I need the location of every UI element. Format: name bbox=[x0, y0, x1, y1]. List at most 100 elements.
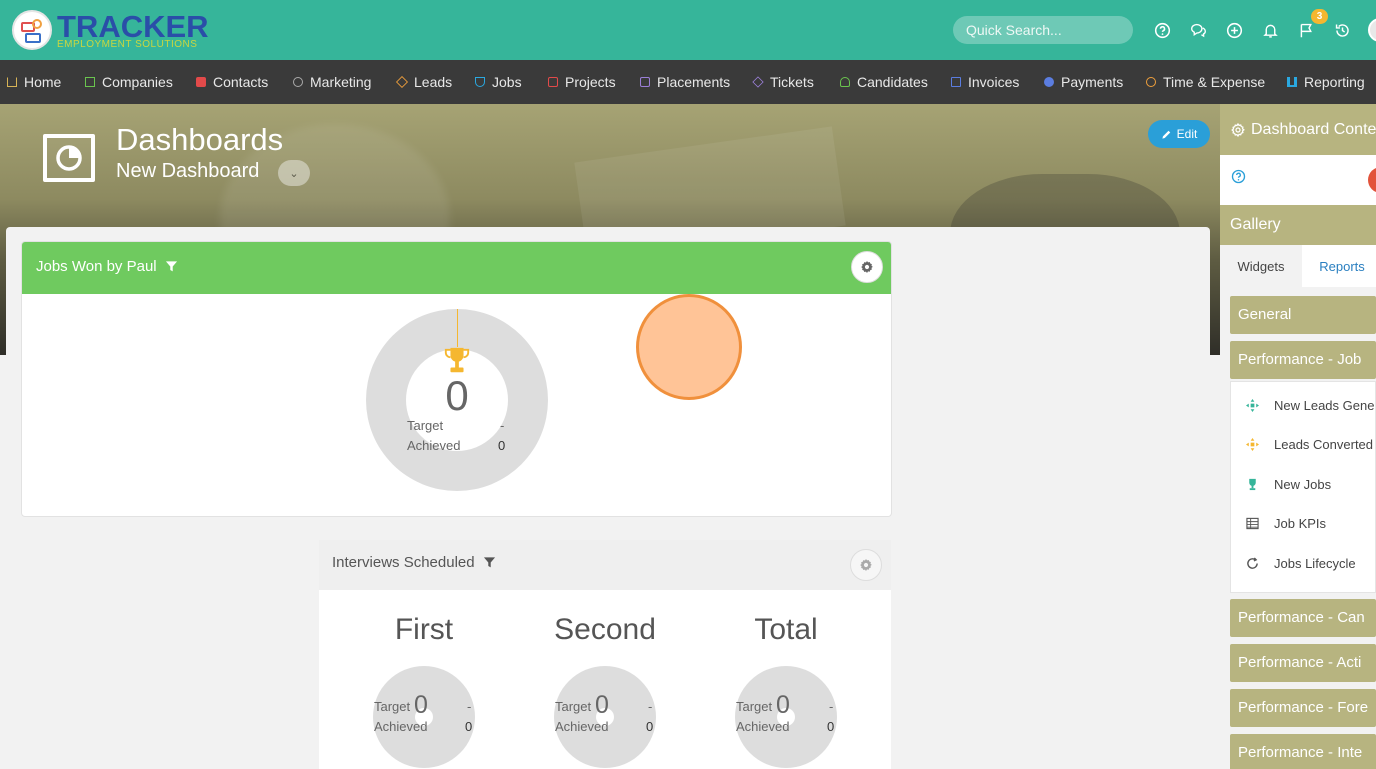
nav-companies[interactable]: Companies bbox=[85, 60, 173, 104]
nav-label: Contacts bbox=[213, 74, 269, 90]
target-marker-line bbox=[457, 309, 458, 347]
first-target-value: - bbox=[467, 699, 472, 714]
plus-cross-icon bbox=[1245, 437, 1259, 451]
category-performance-jobs[interactable]: Performance - Job bbox=[1230, 341, 1376, 379]
category-performance-activities[interactable]: Performance - Acti bbox=[1230, 644, 1376, 682]
cycle-icon bbox=[1245, 556, 1259, 570]
checkbox-icon bbox=[548, 77, 558, 87]
add-circle-icon[interactable] bbox=[1225, 21, 1243, 39]
target-value: - bbox=[500, 418, 505, 433]
performance-jobs-list: New Leads Gene Leads Converted New Jobs … bbox=[1230, 381, 1376, 593]
gear-icon bbox=[1231, 122, 1245, 138]
nav-label: Time & Expense bbox=[1163, 74, 1266, 90]
main-nav: Home Companies Contacts Marketing Leads … bbox=[0, 60, 1376, 104]
widget-header: Interviews Scheduled bbox=[319, 540, 891, 590]
second-value: 0 bbox=[595, 691, 609, 719]
trophy-icon bbox=[1245, 477, 1259, 491]
nav-label: Reporting bbox=[1304, 74, 1365, 90]
tab-reports[interactable]: Reports bbox=[1302, 245, 1376, 287]
nav-label: Invoices bbox=[968, 74, 1020, 90]
close-panel-button[interactable] bbox=[1368, 167, 1376, 193]
building-icon bbox=[85, 77, 95, 87]
category-performance-interviews[interactable]: Performance - Inte bbox=[1230, 734, 1376, 769]
nav-contacts[interactable]: Contacts bbox=[196, 60, 268, 104]
nav-leads[interactable]: Leads bbox=[395, 60, 452, 104]
touch-indicator bbox=[636, 294, 742, 400]
total-target-value: - bbox=[829, 699, 834, 714]
nav-candidates[interactable]: Candidates bbox=[840, 60, 928, 104]
total-heading: Total bbox=[754, 613, 818, 646]
item-label: Job KPIs bbox=[1274, 515, 1327, 531]
widget-settings-gear-icon[interactable] bbox=[850, 549, 882, 581]
second-achieved-value: 0 bbox=[646, 719, 654, 734]
edit-label: Edit bbox=[1176, 127, 1198, 141]
flag-icon[interactable] bbox=[1297, 21, 1315, 39]
bar-chart-icon bbox=[1287, 77, 1297, 87]
list-item-new-jobs[interactable]: New Jobs bbox=[1245, 474, 1331, 494]
list-item-leads-converted[interactable]: Leads Converted bbox=[1245, 434, 1373, 454]
help-icon[interactable] bbox=[1231, 169, 1246, 184]
second-target-label: Target bbox=[555, 699, 592, 714]
nav-tickets[interactable]: Tickets bbox=[752, 60, 814, 104]
nav-label: Marketing bbox=[310, 74, 372, 90]
diamond-icon bbox=[395, 75, 409, 89]
nav-time-expense[interactable]: Time & Expense bbox=[1146, 60, 1265, 104]
category-general[interactable]: General bbox=[1230, 296, 1376, 334]
contact-card-icon bbox=[196, 77, 206, 87]
home-icon bbox=[7, 77, 17, 87]
list-item-jobs-lifecycle[interactable]: Jobs Lifecycle bbox=[1245, 553, 1356, 573]
edit-button[interactable]: Edit bbox=[1148, 120, 1210, 148]
user-avatar[interactable] bbox=[1368, 18, 1376, 42]
category-performance-forecast[interactable]: Performance - Fore bbox=[1230, 689, 1376, 727]
list-item-job-kpis[interactable]: Job KPIs bbox=[1245, 513, 1326, 533]
first-achieved-label: Achieved bbox=[374, 719, 428, 734]
jobs-won-value: 0 bbox=[445, 372, 469, 419]
history-icon[interactable] bbox=[1333, 21, 1351, 39]
chat-icon[interactable] bbox=[1189, 21, 1207, 39]
brand-tagline: EMPLOYMENT SOLUTIONS bbox=[57, 38, 198, 50]
clock-icon bbox=[1146, 77, 1156, 87]
gallery-header: Gallery bbox=[1220, 205, 1376, 245]
nav-marketing[interactable]: Marketing bbox=[293, 60, 371, 104]
nav-jobs[interactable]: Jobs bbox=[475, 60, 522, 104]
nav-label: Home bbox=[24, 74, 62, 90]
nav-label: Tickets bbox=[770, 74, 814, 90]
plus-cross-icon bbox=[1245, 398, 1259, 412]
invoice-icon bbox=[951, 77, 961, 87]
people-icon bbox=[840, 77, 850, 87]
nav-placements[interactable]: Placements bbox=[640, 60, 730, 104]
table-icon bbox=[1245, 516, 1259, 530]
nav-home[interactable]: Home bbox=[7, 60, 61, 104]
filter-icon[interactable] bbox=[165, 260, 178, 273]
category-performance-candidates[interactable]: Performance - Can bbox=[1230, 599, 1376, 637]
bell-icon[interactable] bbox=[1261, 21, 1279, 39]
payment-icon bbox=[1044, 77, 1054, 87]
nav-payments[interactable]: Payments bbox=[1044, 60, 1123, 104]
tab-widgets[interactable]: Widgets bbox=[1220, 245, 1302, 287]
nav-invoices[interactable]: Invoices bbox=[951, 60, 1019, 104]
jobs-won-widget: Jobs Won by Paul 0 Target - Achieved 0 bbox=[21, 241, 892, 517]
widget-settings-gear-icon[interactable] bbox=[851, 251, 883, 283]
help-icon[interactable] bbox=[1153, 21, 1171, 39]
first-achieved-value: 0 bbox=[465, 719, 473, 734]
panel-header: Dashboard Conte bbox=[1220, 104, 1376, 155]
first-value: 0 bbox=[414, 691, 428, 719]
nav-label: Companies bbox=[102, 74, 173, 90]
dashboard-name: New Dashboard bbox=[116, 160, 260, 182]
item-label: Leads Converted bbox=[1274, 436, 1374, 452]
target-label: Target bbox=[407, 418, 444, 433]
nav-reporting[interactable]: Reporting bbox=[1287, 60, 1365, 104]
second-heading: Second bbox=[554, 613, 656, 646]
list-item-new-leads[interactable]: New Leads Gene bbox=[1245, 395, 1374, 415]
filter-icon[interactable] bbox=[483, 556, 496, 569]
dashboard-select-chevron-icon[interactable]: ⌄ bbox=[278, 160, 310, 186]
quick-search-input[interactable] bbox=[953, 16, 1133, 44]
item-label: New Leads Gene bbox=[1274, 397, 1375, 413]
widget-title-text: Jobs Won by Paul bbox=[36, 258, 157, 275]
tracker-logo[interactable]: TRACKER EMPLOYMENT SOLUTIONS bbox=[12, 8, 209, 52]
item-label: New Jobs bbox=[1274, 476, 1332, 492]
dashboard-pie-icon bbox=[43, 134, 95, 182]
nav-label: Jobs bbox=[492, 74, 522, 90]
second-target-value: - bbox=[648, 699, 653, 714]
nav-projects[interactable]: Projects bbox=[548, 60, 616, 104]
